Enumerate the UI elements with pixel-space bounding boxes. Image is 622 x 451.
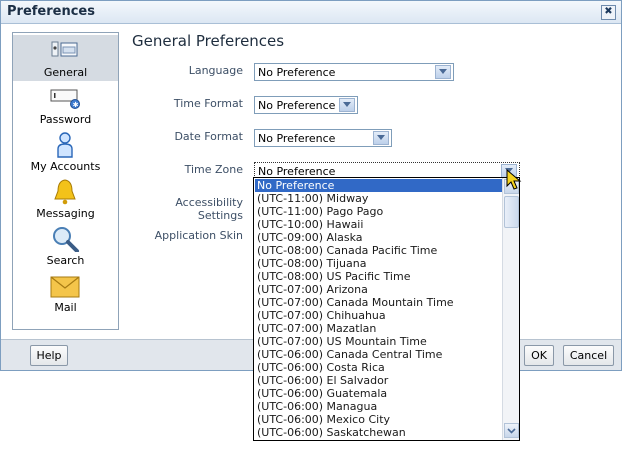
date-format-value: No Preference [258,132,336,145]
close-icon[interactable]: ✖ [601,5,616,20]
chevron-down-icon[interactable] [435,65,451,79]
time-zone-label: Time Zone [184,163,243,176]
general-prefs-icon [51,41,78,57]
sidebar-item-mail[interactable]: Mail [13,270,118,316]
time-zone-option[interactable]: (UTC-06:00) Managua [255,400,503,413]
time-zone-option[interactable]: No Preference [255,179,503,192]
time-zone-dropdown-list[interactable]: No Preference (UTC-11:00) Midway (UTC-11:0… [253,177,520,441]
time-zone-option[interactable]: (UTC-07:00) Arizona [255,283,503,296]
time-zone-option[interactable]: (UTC-08:00) US Pacific Time [255,270,503,283]
time-format-label: Time Format [173,97,243,110]
language-value: No Preference [258,66,336,79]
scrollbar[interactable] [502,178,519,440]
sidebar-item-label: Search [46,254,85,267]
time-zone-option[interactable]: (UTC-06:00) Saskatchewan [255,426,503,439]
page-heading: General Preferences [132,32,285,50]
chevron-down-icon[interactable] [373,131,389,145]
time-zone-option[interactable]: (UTC-06:00) Guatemala [255,387,503,400]
scroll-thumb[interactable] [504,196,519,228]
time-zone-option[interactable]: (UTC-07:00) Canada Mountain Time [255,296,503,309]
language-select[interactable]: No Preference [254,63,454,81]
date-format-label: Date Format [174,130,243,143]
sidebar-item-label: Mail [54,301,77,314]
time-zone-option[interactable]: (UTC-06:00) Canada Central Time [255,348,503,361]
language-label: Language [188,64,243,77]
time-zone-option[interactable]: (UTC-08:00) Canada Pacific Time [255,244,503,257]
magnifier-icon [53,227,79,252]
sidebar-item-messaging[interactable]: Messaging [13,176,118,222]
svg-text:✱: ✱ [73,101,79,109]
sidebar-item-password[interactable]: ✱ Password [13,82,118,128]
accessibility-settings-label: Accessibility Settings [175,196,243,222]
scroll-down-button[interactable] [504,423,519,438]
sidebar-item-label: General [43,66,88,79]
time-zone-option[interactable]: (UTC-07:00) Chihuahua [255,309,503,322]
time-zone-option[interactable]: (UTC-07:00) US Mountain Time [255,335,503,348]
time-zone-option[interactable]: (UTC-11:00) Pago Pago [255,205,503,218]
time-zone-option[interactable]: (UTC-08:00) Tijuana [255,257,503,270]
sidebar-item-label: My Accounts [30,160,101,173]
time-zone-option[interactable]: (UTC-10:00) Hawaii [255,218,503,231]
application-skin-label: Application Skin [154,229,243,242]
chevron-down-icon [507,428,516,434]
help-button[interactable]: Help [30,345,68,366]
envelope-icon [50,276,80,298]
dialog-title: Preferences [7,4,95,19]
time-zone-option[interactable]: (UTC-09:00) Alaska [255,231,503,244]
cancel-button[interactable]: Cancel [563,345,614,366]
preferences-sidebar: General ✱ Password My Accounts Messaging… [12,32,119,330]
password-icon: ✱ [50,89,80,109]
time-format-select[interactable]: No Preference [254,96,358,114]
time-zone-option[interactable]: (UTC-06:00) Costa Rica [255,361,503,374]
sidebar-item-label: Password [39,113,92,126]
time-zone-option[interactable]: (UTC-07:00) Mazatlan [255,322,503,335]
title-bar[interactable]: Preferences ✖ [1,1,621,24]
time-zone-option[interactable]: (UTC-06:00) Mexico City [255,413,503,426]
ok-button[interactable]: OK [524,345,554,366]
sidebar-item-label: Messaging [36,207,95,220]
bell-icon [54,179,76,205]
my-accounts-icon [57,132,73,158]
time-zone-option[interactable]: (UTC-11:00) Midway [255,192,503,205]
time-format-value: No Preference [258,99,336,112]
date-format-select[interactable]: No Preference [254,129,392,147]
sidebar-item-general[interactable]: General [13,35,118,81]
mouse-cursor-icon [506,169,522,190]
sidebar-item-my-accounts[interactable]: My Accounts [13,129,118,175]
sidebar-item-search[interactable]: Search [13,223,118,269]
time-zone-option[interactable]: (UTC-06:00) El Salvador [255,374,503,387]
chevron-down-icon[interactable] [339,98,355,112]
